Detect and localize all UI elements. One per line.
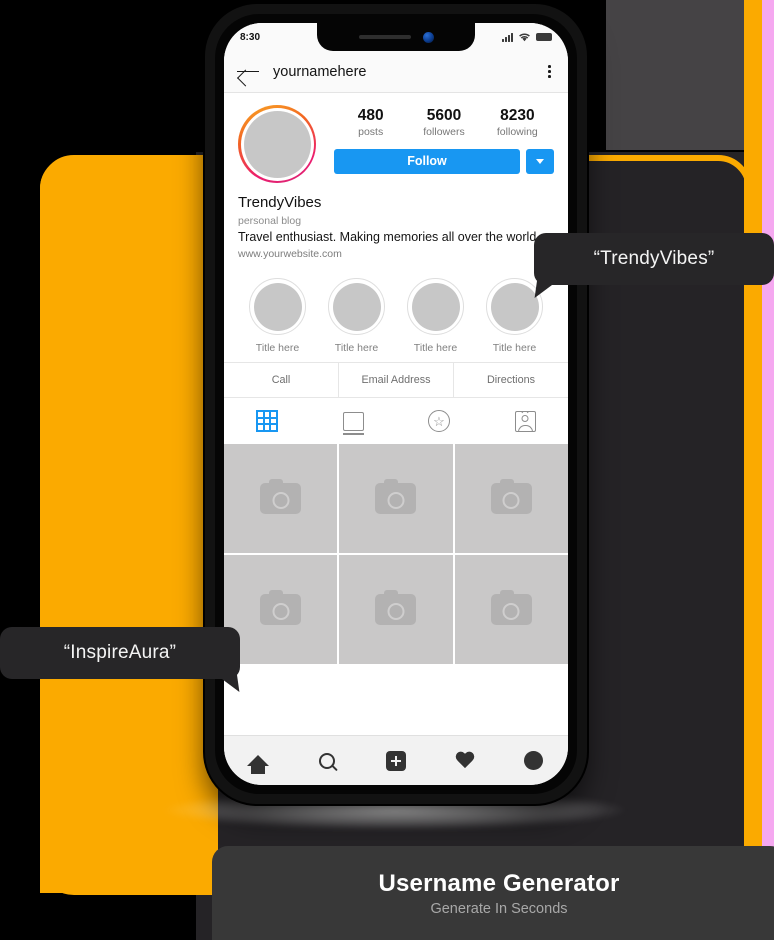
highlight-item[interactable]: Title here: [396, 278, 475, 354]
home-icon: [247, 755, 270, 774]
avatar[interactable]: [238, 105, 316, 183]
front-camera-icon: [422, 31, 434, 43]
grid-cell[interactable]: [224, 554, 338, 664]
profile-stats-and-actions: 480 posts 5600 followers 8230 following: [334, 105, 554, 174]
grid-cell[interactable]: [224, 444, 338, 553]
profile-avatar-icon: [524, 751, 544, 770]
speaker-grille: [358, 35, 411, 39]
grid-cell[interactable]: [454, 444, 568, 553]
camera-placeholder-icon: [260, 478, 302, 514]
highlight-label: Title here: [492, 342, 537, 355]
back-arrow-icon[interactable]: [237, 64, 259, 80]
bottom-navigation: [224, 735, 568, 785]
action-directions[interactable]: Directions: [453, 363, 568, 398]
stat-followers[interactable]: 5600 followers: [407, 107, 480, 140]
grid-cell[interactable]: [339, 444, 453, 553]
orange-edge-strip: [744, 0, 762, 940]
status-icons: [502, 32, 552, 42]
follow-button[interactable]: Follow: [334, 148, 520, 174]
highlight-item[interactable]: Title here: [317, 278, 396, 354]
stats-row: 480 posts 5600 followers 8230 following: [334, 107, 554, 140]
profile-section: 480 posts 5600 followers 8230 following: [224, 93, 568, 265]
avatar-image: [243, 110, 311, 178]
highlight-thumb: [486, 278, 543, 336]
stat-followers-value: 5600: [426, 107, 462, 124]
stat-following-value: 8230: [500, 107, 535, 124]
profile-display-name: TrendyVibes: [238, 194, 322, 211]
phone-mockup: 8:30 yournamehere 480 posts 5600 followe…: [205, 4, 587, 804]
action-call[interactable]: Call: [224, 363, 338, 397]
camera-placeholder-icon: [490, 478, 532, 514]
wifi-icon: [519, 33, 530, 42]
star-circle-icon: ☆: [428, 410, 450, 433]
grid-icon: [256, 410, 278, 433]
avatar-inner-ring: [240, 107, 314, 181]
highlight-thumb: [249, 278, 306, 336]
tab-igtv[interactable]: [310, 411, 396, 435]
camera-placeholder-icon: [490, 589, 532, 625]
title-card-heading: Username Generator: [378, 869, 620, 897]
profile-category: personal blog: [238, 214, 302, 227]
camera-placeholder-icon: [375, 589, 417, 625]
search-icon: [319, 752, 336, 769]
title-card: Username Generator Generate In Seconds: [212, 846, 774, 940]
nav-home[interactable]: [236, 744, 280, 778]
nav-search[interactable]: [305, 744, 349, 778]
tab-tagged[interactable]: [482, 410, 568, 432]
highlight-thumb: [328, 278, 385, 336]
orange-solid-panel: [40, 158, 218, 893]
add-post-icon: [385, 750, 406, 771]
profile-tabs: ☆: [224, 398, 568, 445]
grid-cell[interactable]: [339, 554, 453, 664]
stat-posts-label: posts: [358, 125, 384, 138]
heart-activity-icon: [455, 752, 475, 770]
camera-placeholder-icon: [260, 589, 302, 625]
tagged-person-icon: [514, 410, 536, 432]
title-card-subheading: Generate In Seconds: [430, 900, 568, 917]
highlight-label: Title here: [413, 342, 458, 355]
nav-activity[interactable]: [443, 744, 487, 778]
tab-grid[interactable]: [224, 410, 310, 433]
stat-followers-label: followers: [423, 125, 465, 138]
callout-bubble-right: “TrendyVibes”: [534, 233, 774, 285]
igtv-icon: [342, 411, 364, 435]
stat-following-label: following: [496, 125, 538, 138]
follow-dropdown-button[interactable]: [526, 148, 554, 174]
highlight-item[interactable]: Title here: [238, 278, 317, 354]
pink-edge-strip: [762, 0, 774, 940]
nav-add-post[interactable]: [374, 744, 418, 778]
profile-website-link[interactable]: www.yourwebsite.com: [238, 246, 554, 264]
signal-icon: [502, 32, 513, 42]
tab-saved[interactable]: ☆: [396, 410, 482, 433]
nav-profile[interactable]: [512, 744, 556, 778]
app-header: yournamehere: [224, 51, 568, 93]
stat-following[interactable]: 8230 following: [481, 107, 554, 140]
profile-bio: TrendyVibes personal blog Travel enthusi…: [238, 193, 554, 264]
profile-bio-text: Travel enthusiast. Making memories all o…: [238, 230, 540, 245]
profile-top-row: 480 posts 5600 followers 8230 following: [238, 105, 554, 183]
contact-action-bar: Call Email Address Directions: [224, 362, 568, 399]
camera-placeholder-icon: [375, 478, 417, 514]
highlight-label: Title here: [255, 342, 300, 355]
status-time: 8:30: [240, 31, 261, 43]
photo-grid: [224, 444, 568, 664]
highlight-label: Title here: [334, 342, 379, 355]
kebab-menu-icon[interactable]: [544, 61, 555, 82]
phone-notch: [317, 23, 475, 51]
chevron-down-icon: [536, 158, 544, 164]
stat-posts[interactable]: 480 posts: [334, 107, 407, 140]
header-username: yournamehere: [273, 63, 367, 80]
poster-stage: 8:30 yournamehere 480 posts 5600 followe…: [0, 0, 774, 940]
highlight-thumb: [407, 278, 464, 336]
follow-row: Follow: [334, 148, 554, 174]
phone-screen: 8:30 yournamehere 480 posts 5600 followe…: [224, 23, 568, 785]
battery-icon: [536, 33, 552, 41]
grid-cell[interactable]: [454, 554, 568, 664]
stat-posts-value: 480: [357, 107, 384, 124]
story-highlights: Title here Title here Title here Title h…: [224, 264, 568, 363]
callout-bubble-left: “InspireAura”: [0, 627, 240, 679]
action-email[interactable]: Email Address: [338, 363, 453, 398]
